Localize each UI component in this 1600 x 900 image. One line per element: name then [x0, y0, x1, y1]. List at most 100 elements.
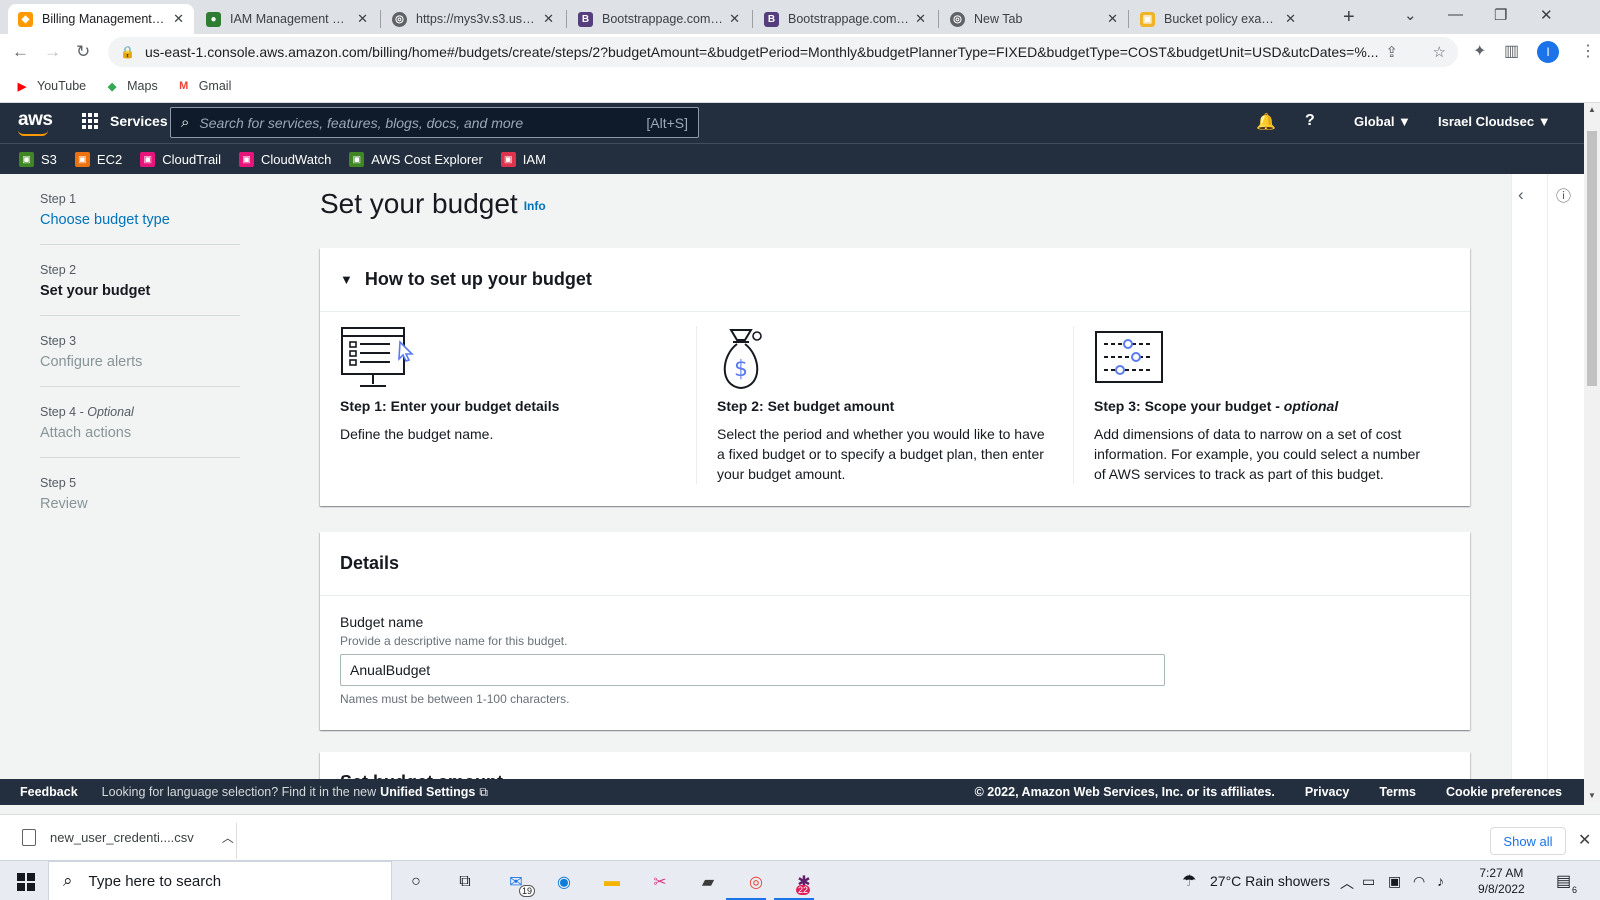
- show-all-button[interactable]: Show all: [1490, 827, 1566, 855]
- file-explorer-icon[interactable]: ▬: [601, 871, 623, 893]
- close-window-icon[interactable]: ✕: [1540, 6, 1553, 24]
- cortana-icon[interactable]: ○: [405, 871, 427, 893]
- tab-divider: [1128, 10, 1129, 28]
- minimize-icon[interactable]: —: [1448, 6, 1463, 23]
- side-panel-icon[interactable]: ▥: [1504, 41, 1519, 61]
- windows-start-icon[interactable]: [17, 873, 35, 891]
- scroll-down-icon[interactable]: ▼: [1588, 791, 1596, 800]
- help-icon[interactable]: ?: [1305, 112, 1315, 130]
- chevron-up-icon[interactable]: ︿: [1340, 873, 1354, 893]
- step-link-choose-budget-type[interactable]: Choose budget type: [40, 212, 240, 228]
- restore-icon[interactable]: ❐: [1494, 6, 1507, 24]
- browser-toolbar: ← → ↻ 🔒 us-east-1.console.aws.amazon.com…: [0, 34, 1600, 70]
- weather-text[interactable]: 27°C Rain showers: [1210, 873, 1330, 889]
- chevron-up-icon[interactable]: ︿: [222, 829, 234, 846]
- forward-icon[interactable]: →: [44, 42, 61, 62]
- bookmarks-bar: ▶ YouTube ◆ Maps M Gmail: [0, 70, 1600, 103]
- tab-search-icon[interactable]: ⌄: [1404, 6, 1417, 24]
- sticky-notes-icon[interactable]: ▰: [697, 871, 719, 893]
- browser-tab[interactable]: B Bootstrappage.com fre ✕: [754, 4, 936, 34]
- privacy-link[interactable]: Privacy: [1305, 785, 1349, 799]
- network-adapter-icon[interactable]: ▭: [1362, 873, 1375, 890]
- terms-link[interactable]: Terms: [1379, 785, 1416, 799]
- notifications-icon[interactable]: ▤: [1556, 871, 1571, 891]
- info-circle-icon[interactable]: ⓘ: [1556, 185, 1571, 206]
- task-view-icon[interactable]: ⧉: [454, 871, 476, 893]
- favorite-ec2[interactable]: ▣ EC2: [74, 151, 123, 167]
- new-tab-icon[interactable]: +: [1343, 6, 1355, 29]
- chrome-icon[interactable]: ◎: [745, 871, 767, 893]
- cookie-preferences-link[interactable]: Cookie preferences: [1446, 785, 1562, 799]
- volume-icon[interactable]: ♪: [1437, 873, 1444, 889]
- notifications-bell-icon[interactable]: 🔔: [1256, 112, 1276, 132]
- browser-tab[interactable]: ▣ Bucket policy examples ✕: [1130, 4, 1306, 34]
- favorite-cloudwatch[interactable]: ▣ CloudWatch: [238, 151, 331, 167]
- close-tab-icon[interactable]: ✕: [915, 11, 926, 27]
- scrollbar-thumb[interactable]: [1587, 131, 1597, 386]
- step-optional-text: Optional: [87, 405, 134, 419]
- favorite-s3[interactable]: ▣ S3: [19, 151, 57, 167]
- services-menu-button[interactable]: Services: [82, 113, 168, 129]
- bookmark-maps[interactable]: ◆ Maps: [104, 78, 158, 94]
- account-menu[interactable]: Israel Cloudsec ▼: [1438, 114, 1551, 129]
- tab-divider: [380, 10, 381, 28]
- close-tab-icon[interactable]: ✕: [1107, 11, 1118, 27]
- caret-down-icon: ▼: [340, 272, 353, 287]
- download-item[interactable]: new_user_credenti....csv ︿: [22, 829, 234, 846]
- system-clock[interactable]: 7:27 AM 9/8/2022: [1478, 865, 1525, 897]
- browser-tab[interactable]: B Bootstrappage.com fre ✕: [568, 4, 750, 34]
- aws-top-nav: aws Services ⌕ Search for services, feat…: [0, 103, 1584, 143]
- browser-tab[interactable]: ◎ New Tab ✕: [940, 4, 1128, 34]
- how-to-heading: How to set up your budget: [364, 269, 592, 289]
- page-scrollbar[interactable]: ▲ ▼: [1584, 103, 1600, 803]
- aws-logo[interactable]: aws: [18, 109, 53, 136]
- weather-icon[interactable]: ☂: [1182, 871, 1196, 891]
- favorite-label: EC2: [96, 151, 123, 167]
- downloads-bar: new_user_credenti....csv ︿ Show all ✕: [0, 814, 1600, 866]
- browser-tab[interactable]: ◆ Billing Management Co ✕: [8, 4, 194, 34]
- windows-taskbar: ⌕ Type here to search ○ ⧉ ✉ 19 ◉ ▬ ✂ ▰ ◎…: [0, 860, 1600, 900]
- budget-name-input[interactable]: [340, 654, 1165, 686]
- download-filename: new_user_credenti....csv: [50, 830, 194, 845]
- unified-settings-link[interactable]: Unified Settings: [380, 785, 475, 799]
- browser-tab[interactable]: ● IAM Management Cons ✕: [196, 4, 378, 34]
- tab-divider: [752, 10, 753, 28]
- favorite-cost-explorer[interactable]: ▣ AWS Cost Explorer: [349, 151, 483, 167]
- taskbar-search-input[interactable]: ⌕ Type here to search: [48, 861, 392, 900]
- bookmark-star-icon[interactable]: ☆: [1433, 43, 1446, 61]
- profile-avatar[interactable]: I: [1537, 41, 1559, 63]
- close-tab-icon[interactable]: ✕: [543, 11, 554, 27]
- region-selector[interactable]: Global ▼: [1354, 114, 1411, 129]
- wifi-icon[interactable]: ◠: [1413, 873, 1425, 890]
- page-title-text: Set your budget: [320, 188, 518, 219]
- close-tab-icon[interactable]: ✕: [729, 11, 740, 27]
- csv-file-icon: [22, 829, 36, 846]
- how-to-header[interactable]: ▼ How to set up your budget: [320, 248, 1470, 312]
- close-tab-icon[interactable]: ✕: [357, 11, 368, 27]
- edge-icon[interactable]: ◉: [553, 871, 575, 893]
- browser-tab[interactable]: ◎ https://mys3v.s3.us-eas ✕: [382, 4, 564, 34]
- info-link[interactable]: Info: [524, 199, 546, 213]
- meet-icon[interactable]: ▣: [1388, 873, 1401, 890]
- favorite-cloudtrail[interactable]: ▣ CloudTrail: [140, 151, 221, 167]
- scroll-up-icon[interactable]: ▲: [1588, 105, 1596, 114]
- feedback-link[interactable]: Feedback: [20, 785, 78, 799]
- snipping-tool-icon[interactable]: ✂: [649, 871, 671, 893]
- aws-search-input[interactable]: ⌕ Search for services, features, blogs, …: [170, 107, 699, 138]
- extensions-icon[interactable]: ✦: [1473, 41, 1486, 61]
- bookmark-youtube[interactable]: ▶ YouTube: [14, 78, 86, 94]
- address-bar[interactable]: 🔒 us-east-1.console.aws.amazon.com/billi…: [108, 37, 1458, 67]
- favorite-iam[interactable]: ▣ IAM: [500, 151, 546, 167]
- reload-icon[interactable]: ↻: [76, 42, 90, 62]
- url-text[interactable]: us-east-1.console.aws.amazon.com/billing…: [145, 44, 1385, 60]
- chevron-left-icon[interactable]: ‹: [1518, 185, 1524, 205]
- bookmark-gmail[interactable]: M Gmail: [176, 78, 231, 94]
- back-icon[interactable]: ←: [12, 42, 29, 62]
- close-tab-icon[interactable]: ✕: [173, 11, 184, 27]
- close-tab-icon[interactable]: ✕: [1285, 11, 1296, 27]
- how-to-step-optional: optional: [1283, 398, 1339, 414]
- how-to-step-title: Step 1: Enter your budget details: [340, 398, 560, 414]
- share-icon[interactable]: ⇪: [1385, 43, 1398, 61]
- close-downloads-icon[interactable]: ✕: [1578, 830, 1591, 850]
- chrome-menu-icon[interactable]: ⋮: [1580, 41, 1596, 61]
